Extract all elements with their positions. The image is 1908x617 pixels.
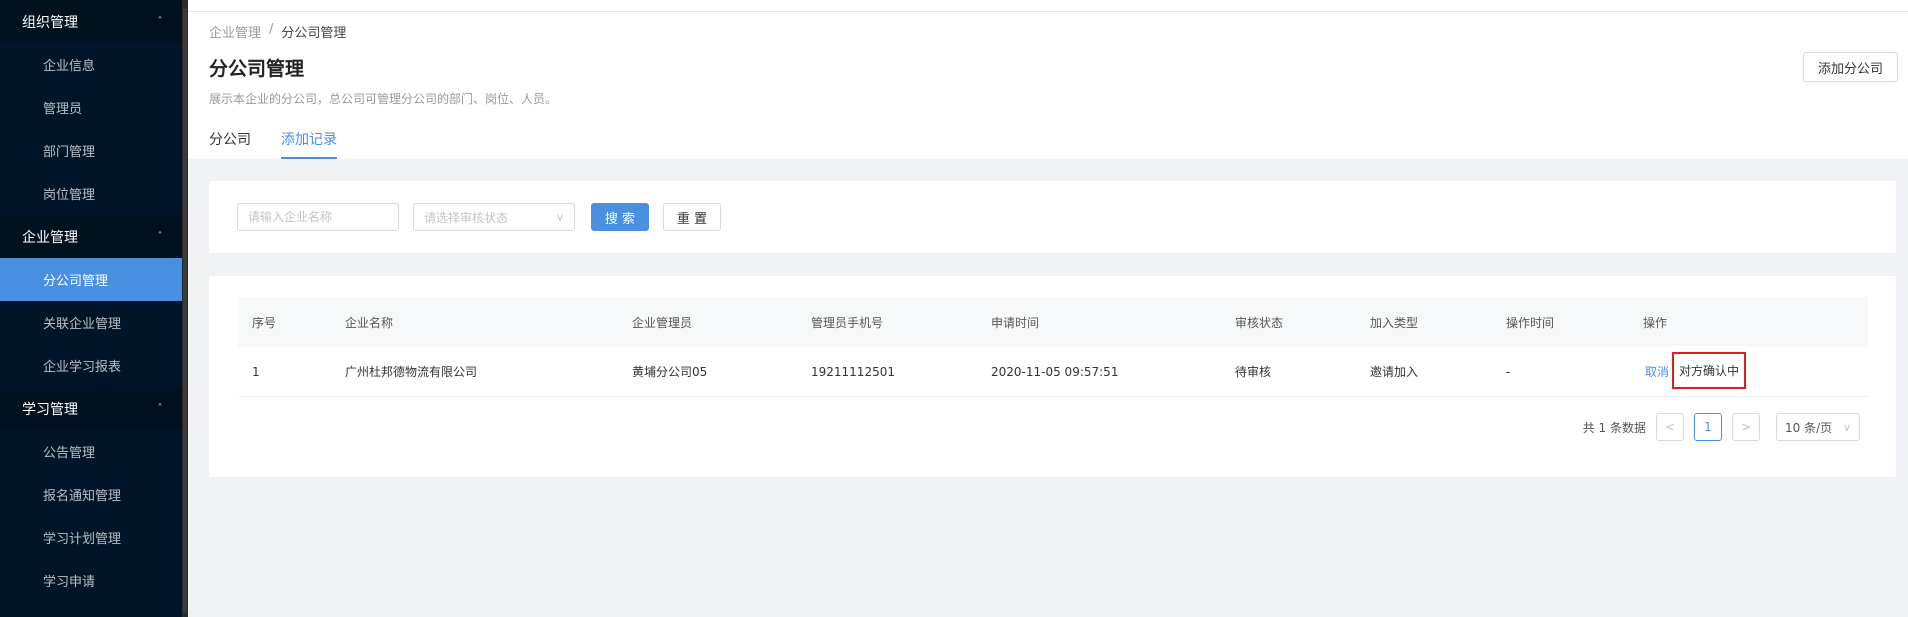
page-title: 分公司管理 [209,58,305,80]
table-header: 序号 企业名称 企业管理员 管理员手机号 申请时间 审核状态 加入类型 操作时间… [238,297,1868,347]
page-description: 展示本企业的分公司，总公司可管理分公司的部门、岗位、人员。 [209,92,558,106]
column-header: 企业名称 [345,315,394,330]
chevron-up-icon: ˄ [157,403,163,414]
menu-group-org[interactable]: 组织管理 ˄ [0,0,182,43]
prev-page-button[interactable]: < [1656,413,1684,441]
status-select-placeholder: 请选择审核状态 [424,210,509,225]
menu-group-enterprise[interactable]: 企业管理 ˄ [0,215,182,258]
sidebar-item-announcements[interactable]: 公告管理 [0,430,182,473]
company-name-input[interactable] [237,203,399,231]
pagination: 共 1 条数据 < 1 > 10 条/页 ∨ [1583,413,1860,441]
cell-op-time: - [1506,364,1511,379]
tabs: 分公司 添加记录 [209,129,337,159]
breadcrumb-parent[interactable]: 企业管理 [209,22,261,41]
sidebar-item-affiliates[interactable]: 关联企业管理 [0,301,182,344]
table-panel: 序号 企业名称 企业管理员 管理员手机号 申请时间 审核状态 加入类型 操作时间… [209,276,1896,477]
main-content: 企业管理 / 分公司管理 分公司管理 展示本企业的分公司，总公司可管理分公司的部… [188,0,1908,617]
sidebar-item-admins[interactable]: 管理员 [0,86,182,129]
cell-status: 待审核 [1235,365,1272,379]
sidebar-item-branches[interactable]: 分公司管理 [0,258,182,301]
breadcrumb: 企业管理 / 分公司管理 [209,22,346,41]
cancel-link[interactable]: 取消 [1645,363,1669,380]
sidebar: 组织管理 ˄ 企业信息 管理员 部门管理 岗位管理 企业管理 ˄ 分公司管理 关… [0,0,182,617]
column-header: 审核状态 [1235,315,1284,330]
tab-branches[interactable]: 分公司 [209,129,251,159]
chevron-down-icon: ∨ [555,210,564,224]
top-bar [188,0,1908,12]
sidebar-item-study-plan[interactable]: 学习计划管理 [0,516,182,559]
menu-group-learning[interactable]: 学习管理 ˄ [0,387,182,430]
column-header: 企业管理员 [632,315,693,330]
cell-index: 1 [252,364,260,379]
sidebar-item-study-request[interactable]: 学习申请 [0,559,182,602]
sidebar-item-learning-report[interactable]: 企业学习报表 [0,344,182,387]
scrollbar-thumb[interactable] [183,8,187,613]
chevron-down-icon: ∨ [1842,420,1851,434]
cell-company: 广州杜邦德物流有限公司 [345,365,478,379]
breadcrumb-current: 分公司管理 [281,26,347,41]
page-button[interactable]: 1 [1694,413,1722,441]
pending-confirmation-status: 对方确认中 [1672,352,1747,389]
menu-group-label: 组织管理 [22,14,78,31]
column-header: 序号 [252,315,277,330]
column-header: 操作时间 [1506,315,1555,330]
tab-add-records[interactable]: 添加记录 [281,129,337,159]
menu-group-label: 学习管理 [22,401,78,418]
page-size-label: 10 条/页 [1785,420,1833,435]
menu-group-label: 企业管理 [22,229,78,246]
column-header: 加入类型 [1370,315,1419,330]
breadcrumb-separator: / [269,22,274,37]
search-button[interactable]: 搜 索 [591,203,649,231]
cell-apply-time: 2020-11-05 09:57:51 [991,364,1119,379]
status-select[interactable]: 请选择审核状态 ∨ [413,203,575,231]
table-row: 1 广州杜邦德物流有限公司 黄埔分公司05 19211112501 2020-1… [238,347,1868,397]
sidebar-item-enroll-notice[interactable]: 报名通知管理 [0,473,182,516]
cell-phone: 19211112501 [811,364,895,379]
search-panel: 请选择审核状态 ∨ 搜 索 重 置 [209,181,1896,253]
column-header: 管理员手机号 [811,315,884,330]
chevron-up-icon: ˄ [157,16,163,27]
records-table: 序号 企业名称 企业管理员 管理员手机号 申请时间 审核状态 加入类型 操作时间… [238,297,1868,397]
page-header: 企业管理 / 分公司管理 分公司管理 展示本企业的分公司，总公司可管理分公司的部… [188,12,1908,159]
cell-admin: 黄埔分公司05 [632,365,708,379]
column-header: 操作 [1643,315,1668,330]
column-header: 申请时间 [991,315,1040,330]
chevron-up-icon: ˄ [157,231,163,242]
add-branch-button[interactable]: 添加分公司 [1802,52,1898,82]
next-page-button[interactable]: > [1732,413,1760,441]
sidebar-item-company-info[interactable]: 企业信息 [0,43,182,86]
cell-join-type: 邀请加入 [1370,365,1419,379]
sidebar-item-departments[interactable]: 部门管理 [0,129,182,172]
page-size-select[interactable]: 10 条/页 ∨ [1776,413,1860,441]
pagination-total: 共 1 条数据 [1582,420,1646,435]
sidebar-item-positions[interactable]: 岗位管理 [0,172,182,215]
reset-button[interactable]: 重 置 [663,203,721,231]
